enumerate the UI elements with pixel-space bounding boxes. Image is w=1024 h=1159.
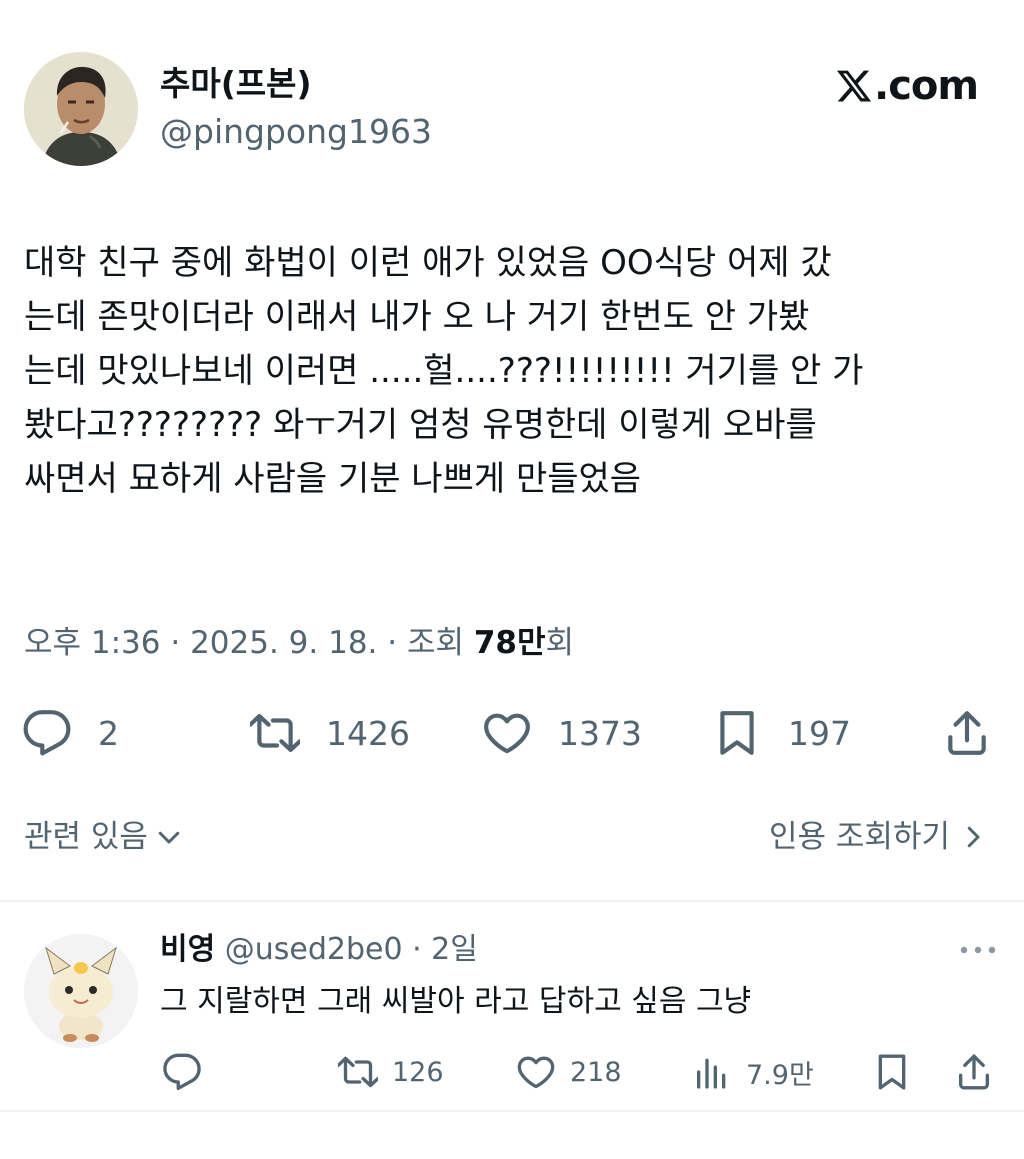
like-icon	[484, 713, 530, 754]
repost-count: 1426	[326, 713, 410, 753]
chevron-right-icon	[967, 826, 980, 848]
x-logo-icon	[836, 70, 872, 102]
related-label: 관련 있음	[24, 819, 148, 855]
reply-text: 그 지랄하면 그래 씨발아 라고 답하고 싶음 그냥	[160, 984, 752, 1019]
more-icon[interactable]	[958, 938, 998, 962]
repost-icon	[250, 714, 300, 752]
author-handle[interactable]: @pingpong1963	[160, 112, 432, 152]
bottom-divider	[0, 1110, 1024, 1112]
reply-count: 2	[98, 713, 119, 753]
section-divider	[0, 900, 1024, 902]
like-count: 1373	[558, 713, 642, 753]
share-icon	[948, 711, 986, 755]
quotes-label: 인용 조회하기	[769, 819, 950, 855]
brand-logo: .com	[835, 62, 979, 110]
tweet-timestamp[interactable]: 오후 1:36 · 2025. 9. 18. · 조회	[24, 625, 474, 661]
view-quotes-link[interactable]: 인용 조회하기	[769, 816, 988, 858]
author-name[interactable]: 추마(프본)	[160, 64, 312, 104]
share-icon	[959, 1054, 989, 1090]
reply-author-name[interactable]: 비영	[160, 932, 215, 967]
reply-bookmark-button[interactable]	[872, 1050, 912, 1094]
related-toggle[interactable]: 관련 있음	[24, 816, 184, 858]
reply-repost-count: 126	[392, 1056, 444, 1088]
views-suffix: 회	[545, 625, 575, 661]
author-avatar[interactable]	[24, 52, 138, 166]
reply-like-count: 218	[570, 1056, 622, 1088]
share-button[interactable]	[942, 706, 992, 760]
reply-repost-button[interactable]: 126	[338, 1050, 444, 1094]
reply-avatar[interactable]	[24, 934, 138, 1048]
repost-icon	[338, 1056, 378, 1088]
reply-share-button[interactable]	[954, 1050, 994, 1094]
reply-button[interactable]: 2	[22, 706, 119, 760]
bookmark-count: 197	[788, 713, 851, 753]
chevron-down-icon	[158, 831, 180, 844]
brand-domain: .com	[874, 63, 979, 109]
repost-button[interactable]: 1426	[250, 706, 410, 760]
tweet-meta: 오후 1:36 · 2025. 9. 18. · 조회 78만회	[24, 622, 574, 664]
bookmark-button[interactable]: 197	[712, 706, 851, 760]
reply-reply-button[interactable]	[162, 1050, 202, 1094]
reply-icon	[163, 1053, 201, 1090]
reply-like-button[interactable]: 218	[516, 1050, 622, 1094]
bookmark-icon	[878, 1054, 906, 1090]
reply-author-meta[interactable]: @used2be0 · 2일	[225, 932, 478, 967]
like-button[interactable]: 1373	[482, 706, 642, 760]
bookmark-icon	[720, 711, 754, 755]
reply-header: 비영 @used2be0 · 2일	[160, 928, 478, 972]
views-count: 78만	[473, 625, 546, 661]
views-icon	[697, 1058, 726, 1089]
reply-views-button[interactable]: 7.9만	[692, 1050, 814, 1094]
tweet-text: 대학 친구 중에 화법이 이런 애가 있었음 OO식당 어제 갔 는데 존맛이더…	[24, 243, 864, 499]
like-icon	[517, 1056, 555, 1089]
reply-icon	[23, 710, 71, 756]
reply-views-count: 7.9만	[746, 1059, 814, 1091]
